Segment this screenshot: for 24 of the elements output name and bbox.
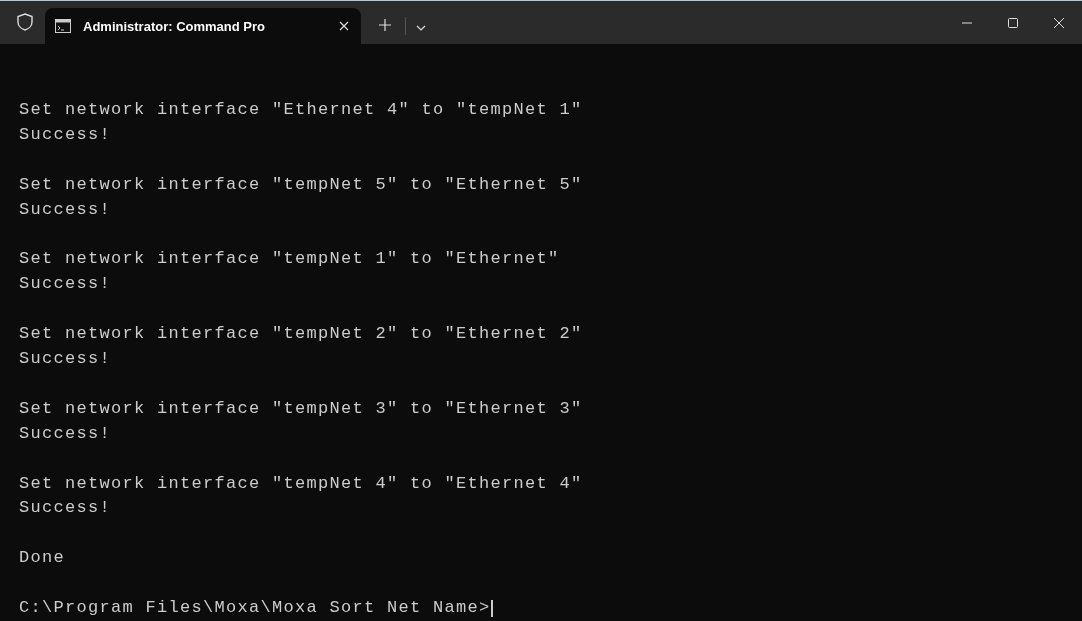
output-line: Set network interface "Ethernet 4" to "tempNet 1" [19, 99, 583, 121]
output-line: Set network interface "tempNet 4" to "Ethernet 4" [19, 472, 583, 495]
output-line: Success! [19, 497, 111, 520]
output-line: Set network interface "tempNet 5" to "Ethernet 5" [19, 173, 583, 196]
output-line: Set network interface "tempNet 1" to "Ethernet" [19, 248, 560, 271]
output-line: Success! [19, 123, 111, 146]
plus-icon[interactable] [379, 19, 391, 31]
close-icon [1054, 18, 1064, 28]
output-line: Success! [19, 348, 111, 370]
terminal-icon [55, 19, 71, 33]
tab-title: Administrator: Command Pro [83, 18, 266, 34]
close-icon[interactable] [339, 21, 349, 31]
text-cursor [490, 599, 493, 617]
shield-icon [17, 13, 33, 31]
output-line: Set network interface "tempNet 2" to "Ethernet 2" [19, 323, 583, 346]
output-line: Success! [19, 198, 111, 221]
output-line: Set network interface "tempNet 3" to "Ethernet 3" [19, 397, 583, 420]
command-prompt: C:\Program Files\Moxa\Moxa Sort Net Name> [19, 597, 491, 619]
maximize-icon [1008, 18, 1018, 28]
output-line: Done [19, 547, 65, 570]
output-line: Success! [19, 422, 111, 445]
terminal-tab[interactable]: Administrator: Command Pro [45, 8, 361, 44]
chevron-down-icon[interactable] [416, 25, 426, 31]
output-line: Success! [19, 273, 111, 296]
